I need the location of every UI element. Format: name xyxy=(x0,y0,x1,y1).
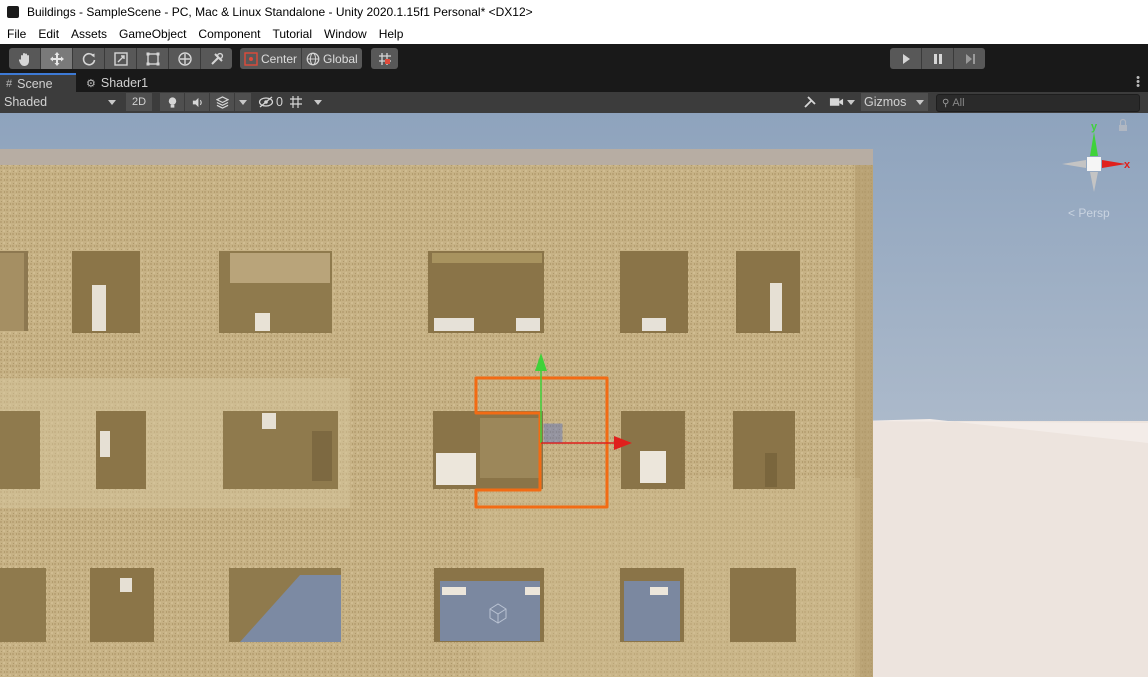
center-pivot-icon xyxy=(244,51,258,66)
draw-mode-dropdown[interactable]: Shaded xyxy=(4,93,120,111)
transform-icon xyxy=(177,51,192,66)
chevron-left-icon: < xyxy=(1068,206,1076,220)
menu-component[interactable]: Component xyxy=(192,27,266,41)
hidden-count: 0 xyxy=(276,95,283,109)
chevron-down-icon xyxy=(239,99,247,105)
grid-snap-button[interactable] xyxy=(371,48,398,69)
chevron-down-icon xyxy=(108,99,116,105)
move-icon xyxy=(49,51,64,66)
pivot-rotation-button[interactable]: Global xyxy=(302,48,362,69)
grid-visibility-toggle[interactable] xyxy=(289,93,303,111)
menu-window[interactable]: Window xyxy=(318,27,373,41)
lightbulb-icon xyxy=(168,96,176,108)
effects-icon xyxy=(215,95,229,109)
main-toolbar: Center Global xyxy=(0,44,1148,73)
play-button[interactable] xyxy=(890,48,922,69)
menu-gameobject[interactable]: GameObject xyxy=(113,27,192,41)
scale-icon xyxy=(113,51,128,66)
pivot-controls: Center Global xyxy=(240,48,362,69)
editor-tab-bar: # Scene ⚙ Shader1 • • • xyxy=(0,73,1148,93)
chevron-down-icon xyxy=(314,99,322,105)
audio-toggle-button[interactable] xyxy=(185,93,209,111)
play-icon xyxy=(902,53,910,64)
menu-assets[interactable]: Assets xyxy=(65,27,113,41)
pause-icon xyxy=(933,53,942,64)
hidden-objects-toggle[interactable]: 0 xyxy=(258,93,283,111)
axis-y-label: y xyxy=(1091,121,1098,133)
ground-plane xyxy=(860,421,1148,677)
grid-snap-icon xyxy=(378,52,391,65)
effects-toggle-button[interactable] xyxy=(210,93,234,111)
transform-tools xyxy=(9,48,232,69)
axis-x-label: x xyxy=(1124,159,1131,171)
menu-help[interactable]: Help xyxy=(373,27,410,41)
tools-icon xyxy=(804,96,816,108)
lighting-toggle-button[interactable] xyxy=(160,93,184,111)
pivot-rotation-label: Global xyxy=(323,51,358,66)
camera-settings-dropdown[interactable] xyxy=(829,93,855,111)
tab-scene-label: Scene xyxy=(17,77,53,91)
speaker-icon xyxy=(192,97,202,107)
toggle-2d-label: 2D xyxy=(131,96,147,108)
global-icon xyxy=(306,52,320,65)
step-button[interactable] xyxy=(954,48,985,69)
toggle-2d-button[interactable]: 2D xyxy=(126,93,152,111)
chevron-down-icon xyxy=(847,99,855,105)
scene-viewport[interactable]: y x < Persp xyxy=(0,113,1148,677)
tools-toggle[interactable] xyxy=(803,93,817,111)
menu-bar: File Edit Assets GameObject Component Tu… xyxy=(0,24,1148,44)
rect-transform-icon xyxy=(146,52,159,65)
pivot-mode-label: Center xyxy=(261,51,298,66)
shader-icon: ⚙ xyxy=(86,77,96,90)
roof-slab xyxy=(0,149,873,165)
pause-button[interactable] xyxy=(922,48,954,69)
hand-icon xyxy=(18,52,29,66)
effects-dropdown[interactable] xyxy=(235,93,251,111)
chevron-down-icon xyxy=(916,99,924,105)
menu-tutorial[interactable]: Tutorial xyxy=(266,27,318,41)
window-title: Buildings - SampleScene - PC, Mac & Linu… xyxy=(27,5,533,19)
camera-icon xyxy=(829,98,844,106)
rotate-tool-button[interactable] xyxy=(73,48,105,69)
gizmos-button[interactable]: Gizmos xyxy=(861,93,914,111)
title-bar: Buildings - SampleScene - PC, Mac & Linu… xyxy=(0,0,1148,24)
menu-file[interactable]: File xyxy=(0,27,32,41)
scene-view-toolbar: Shaded 2D 0 Gizmos ⚲ All xyxy=(0,92,1148,114)
scale-tool-button[interactable] xyxy=(105,48,137,69)
custom-tools-button[interactable] xyxy=(201,48,232,69)
hand-tool-button[interactable] xyxy=(9,48,41,69)
tab-options-icon[interactable]: • • • xyxy=(1136,73,1140,92)
draw-mode-value: Shaded xyxy=(4,95,48,109)
tab-shader1[interactable]: ⚙ Shader1 xyxy=(80,74,148,92)
pivot-mode-button[interactable]: Center xyxy=(240,48,303,69)
tab-shader1-label: Shader1 xyxy=(100,76,149,90)
menu-edit[interactable]: Edit xyxy=(32,27,65,41)
hidden-eye-icon xyxy=(258,96,274,108)
transform-tool-button[interactable] xyxy=(169,48,201,69)
move-tool-button[interactable] xyxy=(41,48,73,69)
search-icon: ⚲ xyxy=(942,97,950,109)
projection-toggle[interactable]: < Persp xyxy=(1068,206,1110,220)
tools-icon xyxy=(210,52,223,65)
rotate-icon xyxy=(82,52,95,66)
grid-icon xyxy=(290,96,302,108)
play-controls xyxy=(890,48,985,69)
gizmos-label: Gizmos xyxy=(864,95,907,109)
step-icon xyxy=(965,53,975,64)
grid-options-dropdown[interactable] xyxy=(314,93,322,111)
gizmos-dropdown[interactable] xyxy=(912,93,928,111)
tab-scene[interactable]: # Scene xyxy=(0,73,76,93)
scene-grid-icon: # xyxy=(6,78,13,90)
projection-label: Persp xyxy=(1078,206,1110,220)
scene-search-input[interactable]: ⚲ All xyxy=(936,94,1140,112)
scene-render: y x xyxy=(0,113,1148,677)
unity-app-icon xyxy=(7,6,19,18)
search-placeholder: All xyxy=(952,97,965,109)
rect-tool-button[interactable] xyxy=(137,48,169,69)
